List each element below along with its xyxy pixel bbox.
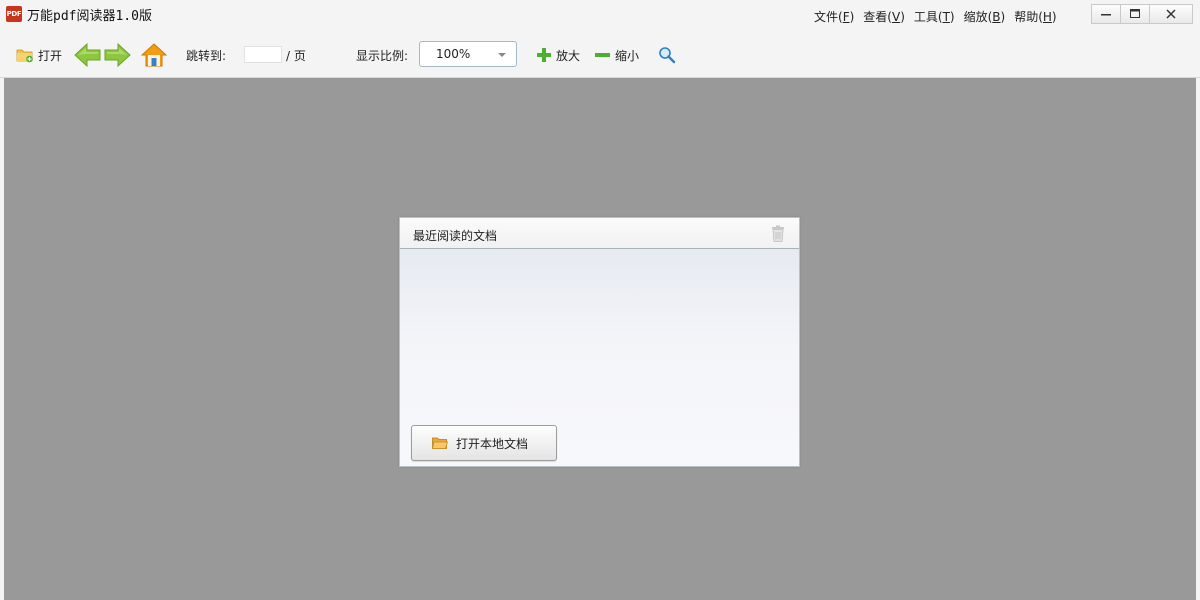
open-folder-icon	[432, 437, 448, 449]
page-suffix: / 页	[286, 48, 306, 63]
prev-page-button[interactable]	[74, 32, 102, 78]
home-icon	[141, 43, 167, 67]
trash-icon	[772, 225, 784, 242]
chevron-down-icon	[498, 53, 506, 57]
menu-tools[interactable]: 工具(T)	[914, 8, 955, 25]
menu-zoom[interactable]: 缩放(B)	[964, 8, 1006, 25]
scale-value: 100%	[436, 47, 471, 61]
minimize-icon	[1101, 14, 1111, 16]
zoom-out-button[interactable]: 缩小	[595, 32, 639, 78]
close-icon	[1166, 9, 1176, 19]
arrow-right-icon	[104, 42, 131, 68]
clear-recent-button[interactable]	[771, 225, 785, 245]
toolbar: 打开 跳转到: / 页 显示比例: 100% 放大 缩小	[0, 32, 1200, 78]
title-bar: PDF 万能pdf阅读器1.0版 文件(F) 查看(V) 工具(T) 缩放(B)…	[0, 0, 1200, 32]
pdf-logo-icon: PDF	[6, 6, 22, 22]
window-frame-right	[1196, 78, 1200, 600]
zoom-out-label: 缩小	[615, 48, 640, 63]
search-button[interactable]	[658, 32, 676, 78]
open-label: 打开	[38, 48, 63, 63]
recent-panel-header: 最近阅读的文档	[400, 218, 799, 249]
arrow-left-icon	[74, 42, 101, 68]
open-local-document-button[interactable]: 打开本地文档	[411, 425, 557, 461]
maximize-icon	[1130, 9, 1140, 18]
home-button[interactable]	[141, 32, 167, 78]
open-button[interactable]: 打开	[16, 32, 62, 78]
menu-file[interactable]: 文件(F)	[814, 8, 854, 25]
folder-add-icon	[16, 49, 33, 63]
search-icon	[659, 47, 676, 64]
maximize-button[interactable]	[1120, 4, 1150, 24]
recent-documents-panel: 最近阅读的文档 打开本地文档	[399, 217, 800, 467]
scale-select[interactable]: 100%	[419, 41, 517, 67]
menu-bar: 文件(F) 查看(V) 工具(T) 缩放(B) 帮助(H)	[814, 8, 1057, 25]
page-number-input[interactable]	[244, 46, 282, 63]
scale-label: 显示比例:	[356, 48, 409, 63]
app-title: 万能pdf阅读器1.0版	[27, 9, 152, 24]
minus-icon	[595, 53, 610, 57]
menu-help[interactable]: 帮助(H)	[1014, 8, 1056, 25]
close-button[interactable]	[1149, 4, 1193, 24]
minimize-button[interactable]	[1091, 4, 1121, 24]
goto-label: 跳转到:	[186, 48, 227, 63]
zoom-in-label: 放大	[556, 48, 581, 63]
recent-panel-title: 最近阅读的文档	[413, 229, 498, 243]
menu-view[interactable]: 查看(V)	[863, 8, 905, 25]
recent-documents-list: 打开本地文档	[400, 249, 799, 466]
plus-icon	[537, 48, 551, 62]
window-controls	[1091, 4, 1193, 24]
next-page-button[interactable]	[103, 32, 131, 78]
zoom-in-button[interactable]: 放大	[537, 32, 580, 78]
open-local-label: 打开本地文档	[456, 436, 529, 451]
